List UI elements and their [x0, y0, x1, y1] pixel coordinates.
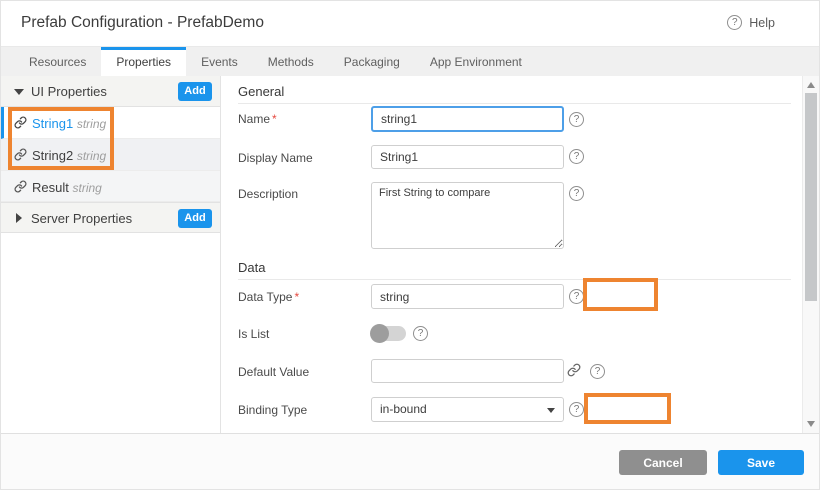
property-name: String2 string [32, 148, 106, 163]
binding-type-help-icon[interactable]: ? [569, 402, 584, 417]
data-type-input[interactable] [371, 284, 564, 309]
scroll-up-arrow[interactable] [807, 82, 815, 88]
ui-properties-label: UI Properties [31, 84, 107, 99]
title-bar: Prefab Configuration - PrefabDemo ? Help [1, 1, 819, 46]
required-marker: * [272, 112, 277, 126]
tab-events[interactable]: Events [186, 47, 253, 76]
tab-bar: Resources Properties Events Methods Pack… [1, 46, 819, 76]
section-data: Data [238, 260, 791, 280]
binding-type-label: Binding Type [238, 403, 307, 417]
help-link[interactable]: ? Help [727, 15, 775, 30]
add-server-property-button[interactable]: Add [178, 209, 212, 228]
display-name-label: Display Name [238, 151, 313, 165]
tab-app-environment[interactable]: App Environment [415, 47, 537, 76]
prefab-configuration-dialog: Prefab Configuration - PrefabDemo ? Help… [0, 0, 820, 490]
chevron-right-icon [16, 213, 22, 223]
default-value-input[interactable] [371, 359, 564, 383]
binding-type-value: in-bound [380, 402, 427, 416]
dialog-footer: Cancel Save [1, 433, 819, 490]
is-list-toggle[interactable] [371, 326, 406, 341]
ui-properties-header[interactable]: UI Properties Add [1, 76, 220, 107]
display-name-help-icon[interactable]: ? [569, 149, 584, 164]
server-properties-header[interactable]: Server Properties Add [1, 202, 220, 233]
description-label: Description [238, 187, 298, 201]
sidebar-item-result[interactable]: Result string [1, 171, 220, 202]
is-list-help-icon[interactable]: ? [413, 326, 428, 341]
tab-resources[interactable]: Resources [14, 47, 101, 76]
default-value-help-icon[interactable]: ? [590, 364, 605, 379]
vertical-scrollbar [802, 76, 819, 433]
link-icon [14, 116, 27, 129]
help-label: Help [749, 16, 775, 30]
name-input[interactable] [371, 106, 564, 132]
scrollbar-thumb[interactable] [805, 93, 817, 301]
properties-sidebar: UI Properties Add String1 string String2… [1, 76, 221, 433]
is-list-label: Is List [238, 327, 269, 341]
tab-properties[interactable]: Properties [101, 47, 186, 76]
property-type: string [72, 181, 101, 195]
section-general: General [238, 84, 791, 104]
data-type-label: Data Type* [238, 290, 299, 304]
add-ui-property-button[interactable]: Add [178, 82, 212, 101]
description-textarea[interactable]: First String to compare [371, 182, 564, 249]
link-icon [14, 180, 27, 193]
property-type: string [77, 117, 106, 131]
display-name-input[interactable] [371, 145, 564, 169]
dialog-title: Prefab Configuration - PrefabDemo [21, 14, 264, 32]
save-button[interactable]: Save [718, 450, 804, 475]
name-help-icon[interactable]: ? [569, 112, 584, 127]
server-properties-label: Server Properties [31, 211, 132, 226]
property-name: String1 string [32, 116, 106, 131]
property-form: General Name* ? Display Name ? Descripti… [221, 76, 820, 433]
bind-link-icon[interactable] [567, 363, 581, 377]
scroll-down-arrow[interactable] [807, 421, 815, 427]
link-icon [14, 148, 27, 161]
toggle-knob [370, 324, 389, 343]
data-type-help-icon[interactable]: ? [569, 289, 584, 304]
property-type: string [77, 149, 106, 163]
chevron-down-icon [14, 89, 24, 95]
description-help-icon[interactable]: ? [569, 186, 584, 201]
dropdown-caret-icon [547, 408, 555, 413]
help-icon: ? [727, 15, 742, 30]
default-value-label: Default Value [238, 365, 309, 379]
cancel-button[interactable]: Cancel [619, 450, 707, 475]
required-marker: * [294, 290, 299, 304]
sidebar-item-string1[interactable]: String1 string [1, 107, 220, 139]
tab-methods[interactable]: Methods [253, 47, 329, 76]
sidebar-item-string2[interactable]: String2 string [1, 139, 220, 171]
binding-type-select[interactable]: in-bound [371, 397, 564, 422]
name-label: Name* [238, 112, 277, 126]
tab-packaging[interactable]: Packaging [329, 47, 415, 76]
property-name: Result string [32, 180, 102, 195]
